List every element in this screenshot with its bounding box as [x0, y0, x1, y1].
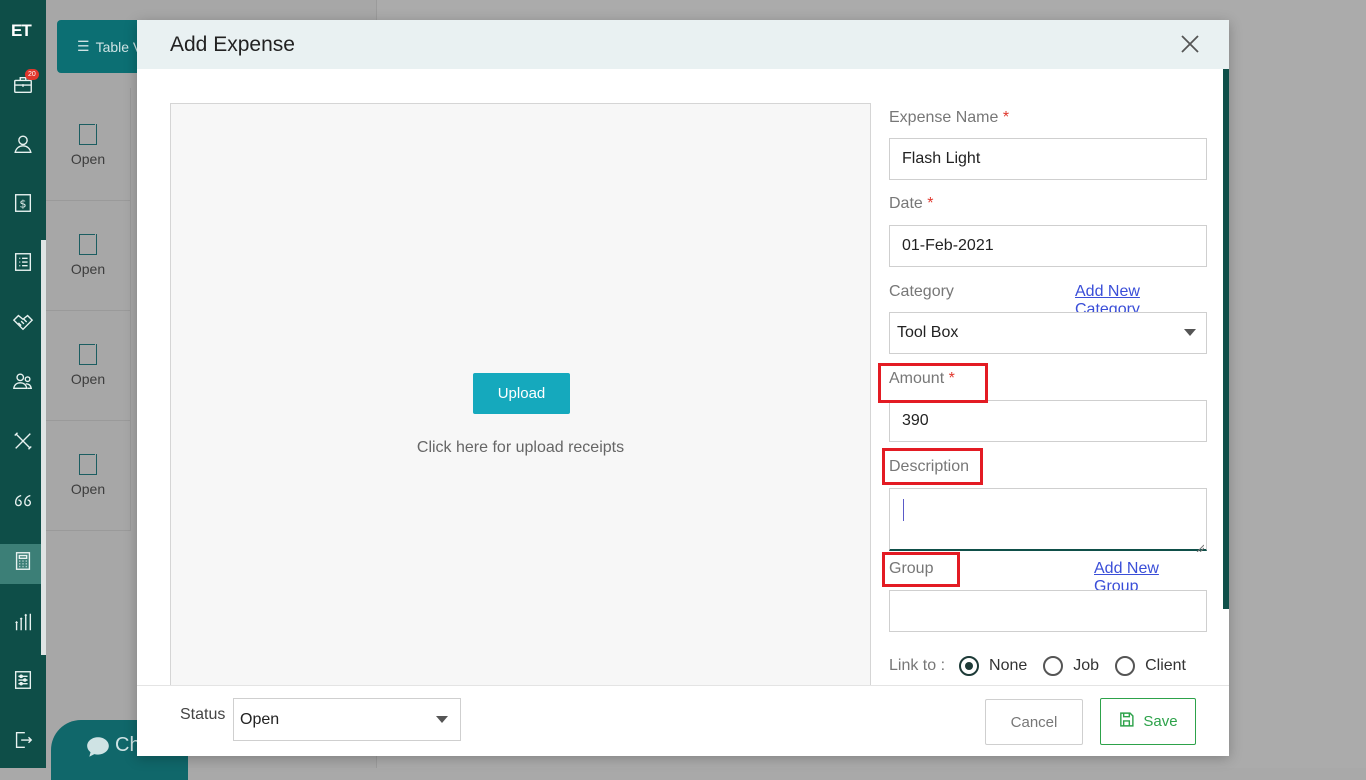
- radio-unchecked-icon[interactable]: [1043, 656, 1064, 676]
- modal-footer: Status Open Cancel Save: [137, 685, 1229, 756]
- sidebar-item-deals[interactable]: [0, 305, 46, 345]
- document-icon: [79, 343, 97, 365]
- logout-icon: [12, 729, 34, 757]
- receipt-upload-area[interactable]: Upload Click here for upload receipts: [170, 103, 871, 713]
- sidebar-item-jobs[interactable]: 20: [0, 68, 46, 108]
- row-status: Open: [70, 260, 106, 277]
- sidebar: ET 20 $: [0, 0, 46, 768]
- svg-text:$: $: [20, 198, 27, 211]
- group-input[interactable]: [889, 590, 1207, 632]
- document-icon: [79, 453, 97, 475]
- chat-icon: [85, 734, 115, 766]
- sidebar-item-invoices[interactable]: $: [0, 186, 46, 226]
- calculator-icon: [12, 550, 34, 578]
- status-select-value: Open: [240, 710, 280, 728]
- dollar-icon: $: [12, 192, 34, 220]
- date-label: Date *: [889, 195, 933, 213]
- sliders-icon: [12, 669, 34, 697]
- chevron-down-icon: [1184, 329, 1196, 336]
- row-status: Open: [70, 150, 106, 167]
- modal-scrollbar[interactable]: [1223, 69, 1229, 609]
- notification-badge: 20: [25, 69, 39, 80]
- app-logo: ET: [11, 21, 32, 40]
- category-select-value: Tool Box: [897, 324, 959, 341]
- sidebar-item-team[interactable]: [0, 364, 46, 404]
- chevron-down-icon: [436, 716, 448, 723]
- radio-label: Client: [1145, 657, 1186, 674]
- close-icon[interactable]: [1180, 34, 1200, 54]
- cancel-button[interactable]: Cancel: [985, 699, 1083, 745]
- save-button[interactable]: Save: [1100, 698, 1196, 745]
- sidebar-item-settings[interactable]: [0, 663, 46, 703]
- list-icon: [12, 251, 34, 279]
- document-icon: [79, 123, 97, 145]
- required-marker: *: [1002, 109, 1010, 126]
- document-icon: [79, 233, 97, 255]
- sidebar-item-tools[interactable]: [0, 424, 46, 464]
- sidebar-item-list[interactable]: [0, 245, 46, 285]
- expense-name-label-text: Expense Name: [889, 109, 999, 126]
- radio-unchecked-icon[interactable]: [1115, 656, 1136, 676]
- list-item[interactable]: Open: [46, 90, 131, 201]
- category-label: Category: [889, 283, 954, 300]
- link-to-label: Link to :: [889, 657, 946, 674]
- radio-checked-icon[interactable]: [959, 656, 980, 676]
- row-status: Open: [70, 480, 106, 497]
- status-select[interactable]: Open: [233, 698, 461, 741]
- handshake-icon: [12, 311, 34, 339]
- sidebar-item-profile[interactable]: [0, 127, 46, 167]
- modal-header: Add Expense: [137, 20, 1229, 69]
- list-item[interactable]: Open: [46, 200, 131, 311]
- amount-input[interactable]: 390: [889, 400, 1207, 442]
- users-icon: [12, 370, 34, 398]
- status-label: Status: [180, 706, 226, 723]
- modal-title: Add Expense: [170, 33, 295, 56]
- floppy-disk-icon: [1118, 711, 1143, 732]
- bar-chart-icon: [12, 611, 34, 639]
- link-to-option-client[interactable]: Client: [1115, 656, 1186, 676]
- required-marker: *: [927, 195, 934, 212]
- sidebar-item-quotes[interactable]: [0, 484, 46, 524]
- expense-name-label: Expense Name *: [889, 109, 1009, 127]
- user-icon: [12, 133, 34, 161]
- description-textarea[interactable]: [889, 488, 1207, 553]
- link-to-radio-group: Link to : None Job Client: [889, 651, 1207, 681]
- table-view-label: Table V: [95, 38, 143, 55]
- list-item[interactable]: Open: [46, 420, 131, 531]
- sidebar-item-expenses[interactable]: [0, 544, 46, 584]
- description-highlight-box: [882, 448, 983, 485]
- date-label-text: Date: [889, 195, 923, 212]
- category-select[interactable]: Tool Box: [889, 312, 1207, 354]
- amount-highlight-box: [878, 363, 988, 403]
- upload-hint: Click here for upload receipts: [416, 439, 625, 456]
- group-highlight-box: [882, 552, 960, 587]
- save-label: Save: [1143, 713, 1178, 730]
- menu-lines-icon: ☰: [77, 38, 90, 54]
- resize-grip-icon[interactable]: [1196, 539, 1205, 553]
- row-status: Open: [70, 370, 106, 387]
- link-to-option-none[interactable]: None: [959, 656, 1027, 676]
- date-input[interactable]: 01-Feb-2021: [889, 225, 1207, 267]
- quote-icon: [12, 490, 34, 518]
- radio-label: Job: [1073, 657, 1100, 674]
- text-cursor: [903, 499, 904, 521]
- sidebar-item-logout[interactable]: [0, 723, 46, 763]
- sidebar-item-reports[interactable]: [0, 605, 46, 645]
- tools-icon: [12, 430, 34, 458]
- link-to-option-job[interactable]: Job: [1043, 656, 1099, 676]
- add-expense-modal: Add Expense Upload Click here for upload…: [137, 20, 1229, 756]
- upload-button[interactable]: Upload: [473, 373, 570, 414]
- radio-label: None: [989, 657, 1028, 674]
- expense-name-input[interactable]: Flash Light: [889, 138, 1207, 180]
- list-item[interactable]: Open: [46, 310, 131, 421]
